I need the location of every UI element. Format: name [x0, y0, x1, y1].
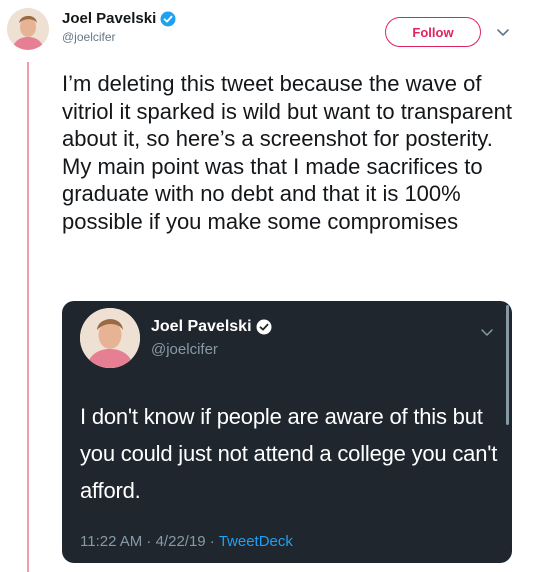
quoted-screenshot-card[interactable]: Joel Pavelski @joelcifer I don't know if…: [62, 301, 512, 563]
verified-badge-icon: [256, 319, 272, 335]
verified-badge-icon: [160, 11, 176, 27]
tweet-text: I’m deleting this tweet because the wave…: [62, 71, 519, 234]
card-avatar: [80, 308, 140, 368]
card-source-link[interactable]: TweetDeck: [219, 533, 293, 550]
scrollbar[interactable]: [506, 305, 509, 425]
follow-button[interactable]: Follow: [385, 17, 481, 47]
thread-line: [27, 62, 29, 572]
chevron-down-icon[interactable]: [496, 26, 510, 38]
card-tweet-text: I don't know if people are aware of this…: [80, 404, 498, 503]
author-name[interactable]: Joel Pavelski: [62, 10, 156, 27]
card-time: 11:22 AM · 4/22/19 ·: [80, 533, 219, 550]
card-author-handle: @joelcifer: [151, 341, 218, 358]
card-timestamp: 11:22 AM · 4/22/19 · TweetDeck: [80, 533, 293, 550]
card-author-name: Joel Pavelski: [151, 318, 252, 335]
card-author-block: Joel Pavelski @joelcifer: [151, 318, 272, 358]
author-handle[interactable]: @joelcifer: [62, 30, 176, 44]
author-block: Joel Pavelski @joelcifer: [62, 10, 176, 44]
avatar[interactable]: [7, 8, 49, 50]
chevron-down-icon: [480, 325, 494, 336]
